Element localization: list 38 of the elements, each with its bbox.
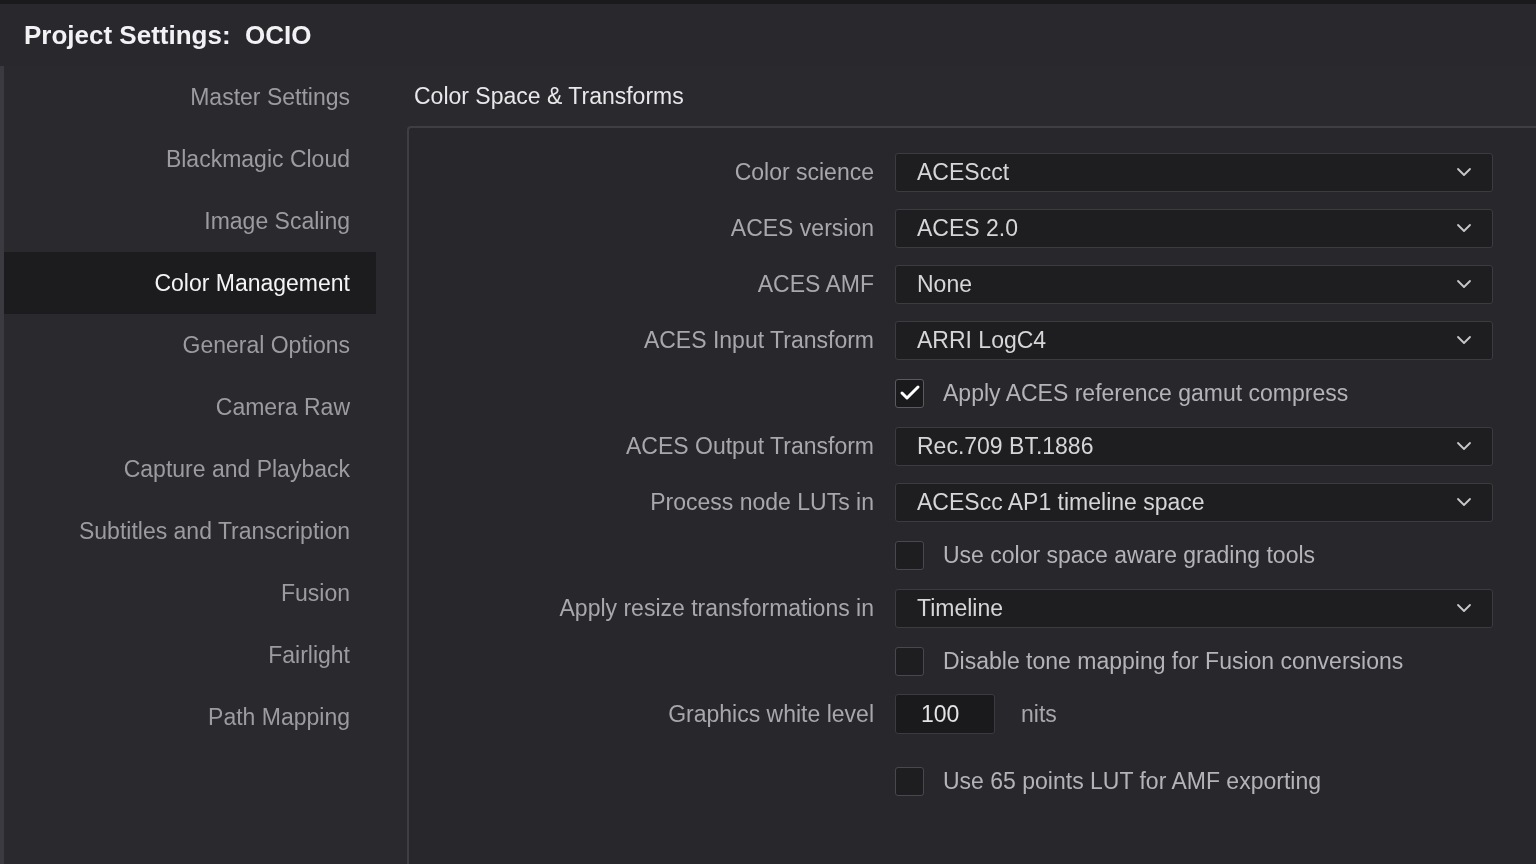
checkbox[interactable] — [895, 378, 924, 408]
dropdown[interactable]: ARRI LogC4 — [895, 320, 1493, 360]
sidebar-item[interactable]: Blackmagic Cloud — [4, 128, 376, 190]
sidebar-item[interactable]: Fusion — [4, 562, 376, 624]
sidebar-item[interactable]: Color Management — [4, 252, 376, 314]
setting-label: ACES Input Transform — [643, 326, 874, 353]
checkbox-label: Disable tone mapping for Fusion conversions — [943, 646, 1404, 676]
sidebar-item[interactable]: Master Settings — [4, 66, 376, 128]
checkbox[interactable] — [895, 646, 924, 676]
dropdown[interactable]: ACES 2.0 — [895, 208, 1493, 248]
checkbox[interactable] — [895, 540, 924, 570]
checkbox-label: Apply ACES reference gamut compress — [943, 378, 1349, 408]
unit-label: nits — [1021, 699, 1057, 729]
setting-label: Graphics white level — [668, 700, 874, 727]
dropdown[interactable]: Rec.709 BT.1886 — [895, 426, 1493, 466]
dropdown[interactable]: Timeline — [895, 588, 1493, 628]
number-field[interactable]: 100 — [895, 694, 995, 734]
checkbox-label: Use 65 points LUT for AMF exporting — [943, 766, 1321, 796]
sidebar-item[interactable]: Fairlight — [4, 624, 376, 686]
section-title: Color Space & Transforms — [414, 81, 684, 111]
sidebar-item[interactable]: Capture and Playback — [4, 438, 376, 500]
checkbox-label: Use color space aware grading tools — [943, 540, 1316, 570]
sidebar-item[interactable]: Subtitles and Transcription — [4, 500, 376, 562]
setting-label: ACES Output Transform — [626, 432, 874, 459]
setting-label: Color science — [734, 158, 874, 185]
dropdown[interactable]: None — [895, 264, 1493, 304]
setting-label: Apply resize transformations in — [559, 594, 874, 621]
dropdown[interactable]: ACEScct — [895, 152, 1493, 192]
setting-label: ACES AMF — [757, 270, 874, 297]
window-title: Project Settings: OCIO — [24, 18, 312, 52]
sidebar-item[interactable]: Camera Raw — [4, 376, 376, 438]
setting-label: Process node LUTs in — [650, 488, 874, 515]
sidebar-item[interactable]: General Options — [4, 314, 376, 376]
checkbox[interactable] — [895, 766, 924, 796]
dropdown[interactable]: ACEScc AP1 timeline space — [895, 482, 1493, 522]
sidebar-item[interactable]: Image Scaling — [4, 190, 376, 252]
setting-label: ACES version — [730, 214, 874, 241]
sidebar-item[interactable]: Path Mapping — [4, 686, 376, 748]
